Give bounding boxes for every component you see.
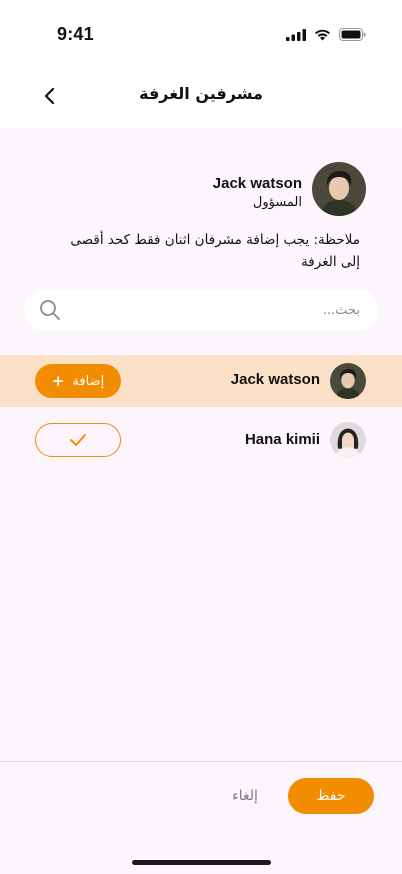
avatar [312, 162, 366, 216]
search-bar [24, 289, 378, 331]
wifi-icon [315, 29, 330, 40]
search-icon[interactable] [38, 298, 62, 322]
admin-role: المسؤول [252, 195, 302, 210]
search-input[interactable] [90, 289, 360, 331]
footer-divider [0, 761, 402, 762]
user-row: Jack watson + إضافة [0, 355, 402, 407]
add-button-label: إضافة [72, 373, 105, 389]
home-indicator [132, 860, 271, 865]
plus-icon: + [51, 372, 65, 390]
cancel-button[interactable]: إلغاء [214, 778, 276, 814]
save-button[interactable]: حفظ [288, 778, 374, 814]
check-icon [70, 434, 86, 446]
status-bar: 9:41 [0, 0, 402, 64]
avatar [330, 422, 366, 458]
avatar [330, 363, 366, 399]
page-title: مشرفين الغرفة [139, 84, 263, 103]
user-name: Hana kimii [244, 431, 320, 448]
top-app-bar: مشرفين الغرفة [0, 64, 402, 128]
user-row: Hana kimii [0, 417, 402, 469]
status-icons [286, 28, 366, 41]
user-name: Jack watson [230, 371, 320, 388]
room-admin-card: Jack watson المسؤول [126, 162, 366, 218]
signal-icon [286, 28, 306, 41]
admin-name: Jack watson [212, 175, 302, 192]
selected-toggle-button[interactable] [35, 423, 121, 457]
status-time: 9:41 [57, 24, 94, 44]
add-admin-button[interactable]: + إضافة [35, 364, 121, 398]
battery-icon [339, 28, 366, 41]
limit-note: ملاحظة: يجب إضافة مشرفان اثنان فقط كحد أ… [70, 232, 360, 270]
